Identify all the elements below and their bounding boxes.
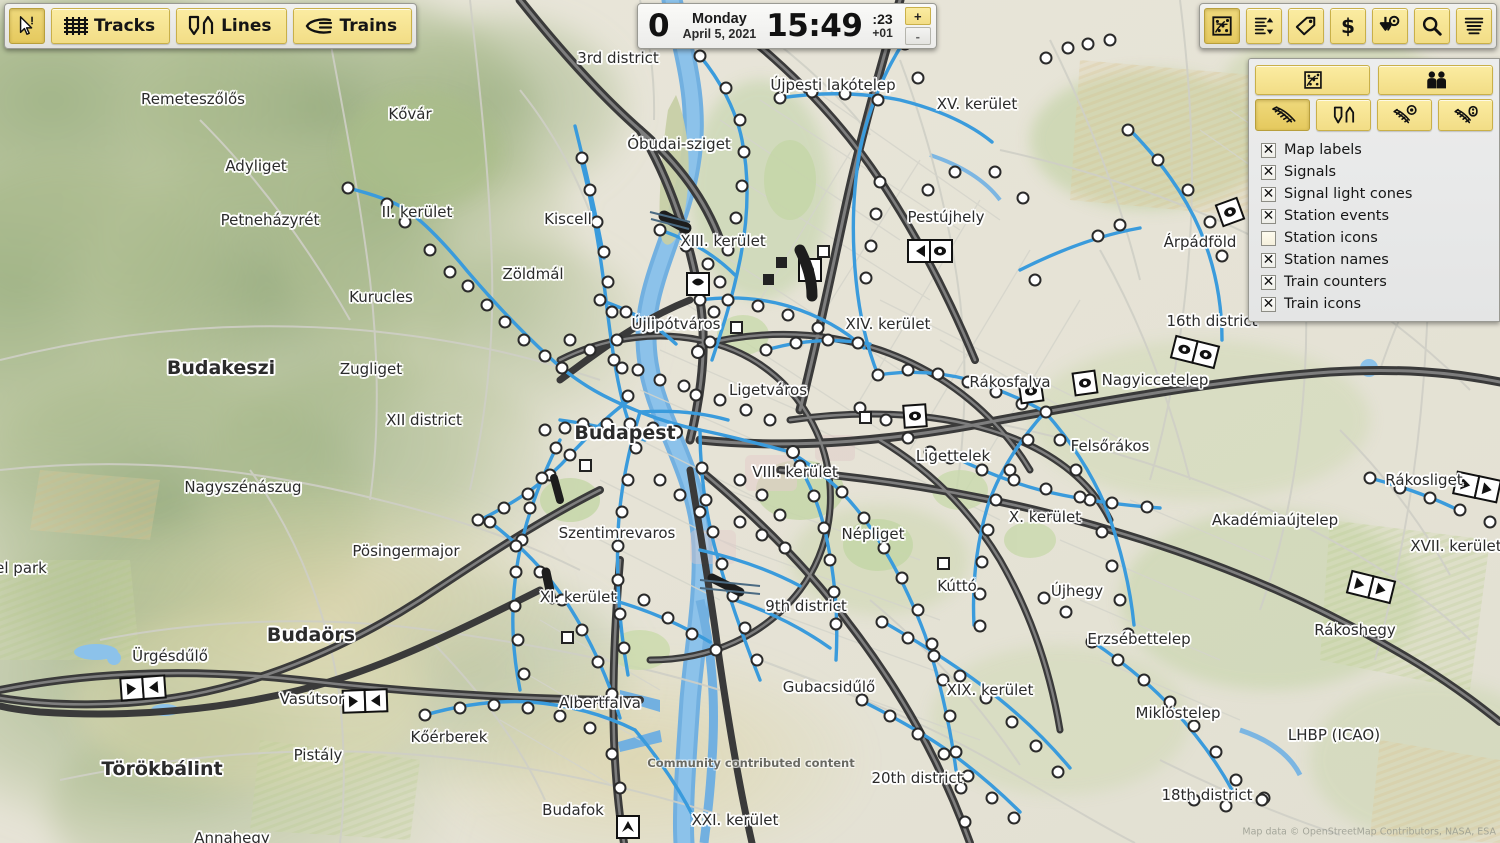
sort-list-icon [1254,17,1274,35]
trains-button[interactable]: Trains [292,8,413,44]
left-toolbar: Tracks Lines Trains [4,3,418,49]
layer-checkbox-row[interactable]: ✕ Station events [1255,205,1493,227]
layer-checkbox-label: Train icons [1284,296,1362,312]
clock-date-group: Monday April 5, 2021 [683,11,757,41]
train-counter-value: 0 [648,7,670,44]
checkbox-checked-icon[interactable]: ✕ [1261,252,1276,268]
layer-checkbox-label: Map labels [1284,142,1362,158]
checkbox-checked-icon[interactable]: ✕ [1261,274,1276,290]
passengers-mode-button[interactable] [1378,65,1493,95]
checkbox-checked-icon[interactable]: ✕ [1261,186,1276,202]
checkbox-checked-icon[interactable]: ✕ [1261,142,1276,158]
clock-utc-offset: +01 [872,26,893,41]
layers-mode-row [1255,65,1493,95]
lines-icon [188,15,214,36]
search-icon [1422,16,1442,36]
map-icon [1212,16,1232,36]
clock-weekday: Monday [692,10,747,27]
layer-checkbox-list: ✕ Map labels ✕ Signals ✕ Signal light cones ✕ S… [1255,139,1493,315]
map-icon [1303,71,1322,89]
speed-down-button[interactable]: - [904,27,931,45]
layer-checkbox-label: Signal light cones [1284,186,1413,202]
layer-checkbox-label: Signals [1284,164,1337,180]
layer-checkbox-row[interactable]: ✕ Train counters [1255,271,1493,293]
checkbox-checked-icon[interactable]: ✕ [1261,296,1276,312]
download-pin-icon [1379,15,1400,31]
downloads-button[interactable] [1372,8,1408,44]
lines-button-label: Lines [221,16,272,36]
finances-button[interactable]: $ [1330,8,1366,44]
layer-checkbox-label: Station icons [1284,230,1378,246]
train-icon [305,18,332,34]
svg-text:$: $ [1341,15,1355,37]
track-curve-icon [1271,106,1295,123]
layer-checkbox-label: Station events [1284,208,1390,224]
layer-checkbox-row[interactable]: ✕ Train icons [1255,293,1493,315]
layer-checkbox-row[interactable]: ✕ Map labels [1255,139,1493,161]
map-overview-button[interactable] [1204,8,1240,44]
dollar-icon: $ [1341,15,1355,37]
search-button[interactable] [1414,8,1450,44]
track-capacity-view-button[interactable] [1438,99,1493,131]
speed-up-button[interactable]: + [904,7,931,25]
clock-seconds: :23 [872,11,893,28]
hamburger-icon [1464,17,1484,35]
layers-view-row [1255,99,1493,131]
tracks-view-button[interactable] [1255,99,1310,131]
cursor-select-icon [19,16,33,35]
track-capacity-icon [1453,105,1478,124]
lines-button[interactable]: Lines [176,8,287,44]
tags-button[interactable] [1288,8,1324,44]
layer-checkbox-row[interactable]: ✕ Station names [1255,249,1493,271]
clock-seconds-group: :23 +01 [872,11,892,41]
trains-button-label: Trains [339,16,398,36]
layer-checkbox-row[interactable]: ✕ Signal light cones [1255,183,1493,205]
lines-view-button[interactable] [1316,99,1371,131]
simulation-clock: 0 Monday April 5, 2021 15:49 :23 +01 + - [637,3,937,49]
clock-time: 15:49 [766,7,863,44]
tracks-icon [64,17,88,35]
layers-panel: ✕ Map labels ✕ Signals ✕ Signal light cones ✕ S… [1248,58,1500,322]
lines-icon [1333,106,1354,124]
tag-icon [1295,16,1316,36]
tracks-button-label: Tracks [94,16,156,36]
track-signals-view-button[interactable] [1377,99,1432,131]
track-signal-icon [1392,105,1417,124]
cursor-select-button[interactable] [9,8,45,44]
map-mode-button[interactable] [1255,65,1370,95]
menu-button[interactable] [1456,8,1492,44]
checkbox-checked-icon[interactable]: ✕ [1261,208,1276,224]
sort-list-button[interactable] [1246,8,1282,44]
clock-speed-controls: + - [903,7,931,45]
right-toolbar: $ [1199,3,1497,49]
layer-checkbox-row[interactable]: Station icons [1255,227,1493,249]
passengers-icon [1426,71,1446,89]
layer-checkbox-label: Train counters [1284,274,1387,290]
train-sim-map-window: alu3rd districtÚjpesti lakótelepXV. kerü… [0,0,1500,843]
layer-checkbox-row[interactable]: ✕ Signals [1255,161,1493,183]
clock-date: April 5, 2021 [682,27,757,42]
checkbox-unchecked-icon[interactable] [1261,230,1276,246]
tracks-button[interactable]: Tracks [51,8,171,44]
checkbox-checked-icon[interactable]: ✕ [1261,164,1276,180]
layer-checkbox-label: Station names [1284,252,1389,268]
